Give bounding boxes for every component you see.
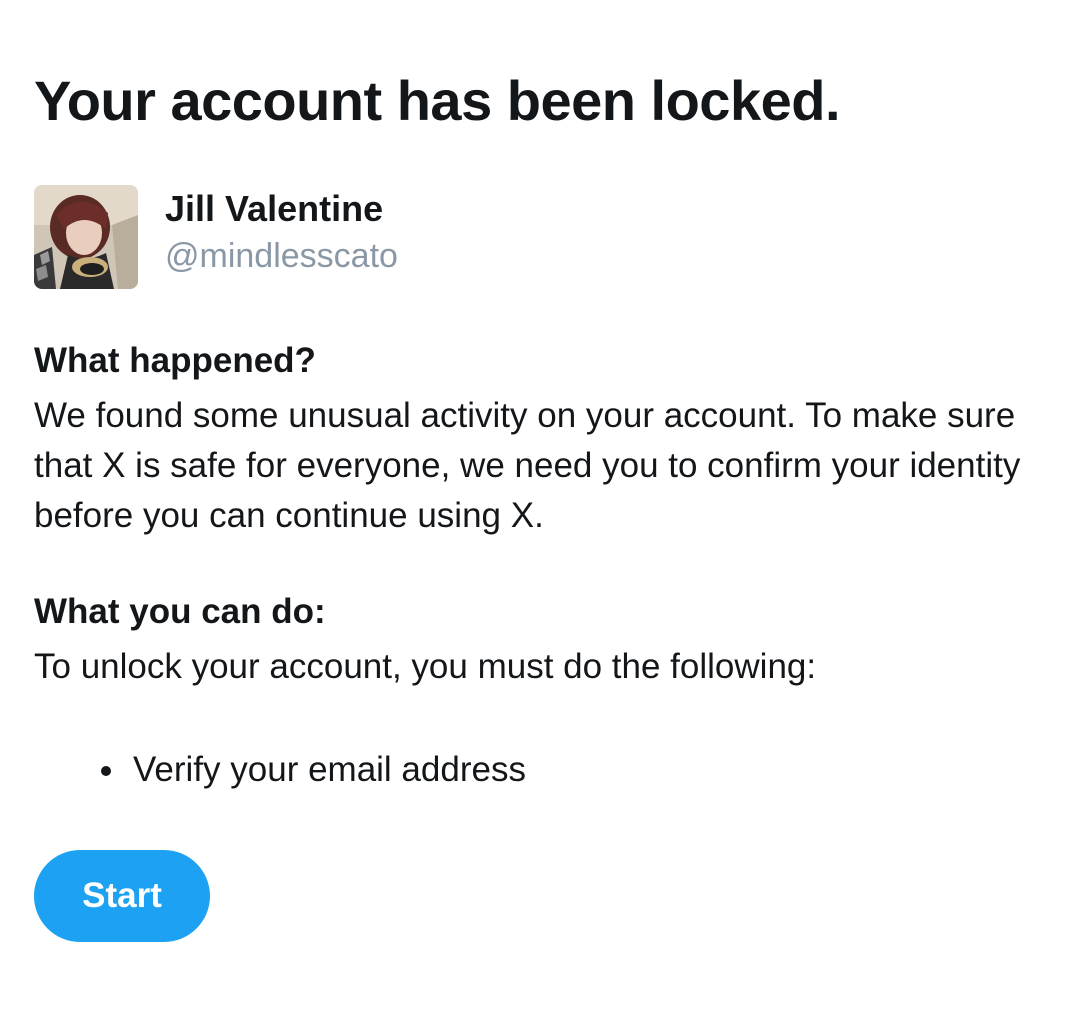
avatar xyxy=(34,185,138,289)
what-you-can-do-heading: What you can do: xyxy=(34,592,326,631)
list-item: Verify your email address xyxy=(34,745,526,795)
user-photo-icon xyxy=(34,185,138,289)
requirement-label: Verify your email address xyxy=(133,750,526,789)
requirements-list: Verify your email address xyxy=(34,745,526,795)
page-title: Your account has been locked. xyxy=(34,69,841,132)
what-you-can-do-text: To unlock your account, you must do the … xyxy=(34,647,817,686)
profile-names: Jill Valentine @mindlesscato xyxy=(165,185,398,281)
profile-card: Jill Valentine @mindlesscato xyxy=(34,185,398,291)
display-name: Jill Valentine xyxy=(165,188,384,229)
start-button[interactable]: Start xyxy=(34,850,210,942)
what-happened-heading: What happened? xyxy=(34,341,316,380)
what-happened-text: We found some unusual activity on your a… xyxy=(34,396,1021,535)
bullet-icon xyxy=(101,766,111,776)
user-handle: @mindlesscato xyxy=(165,237,398,275)
